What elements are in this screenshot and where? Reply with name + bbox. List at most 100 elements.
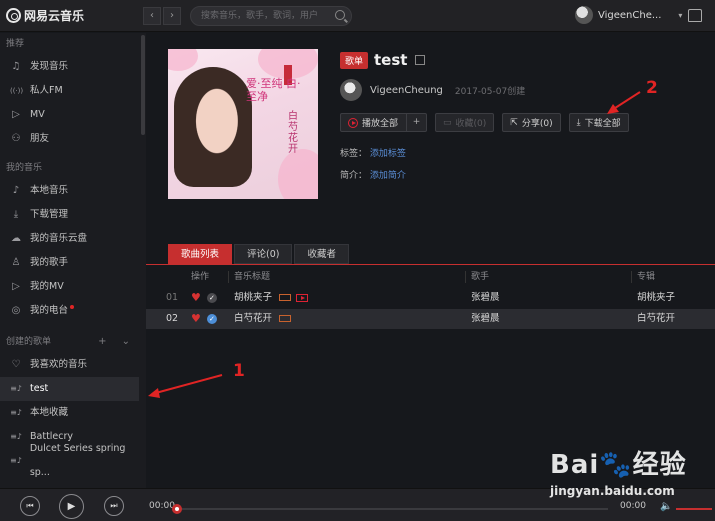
video-icon: ▷: [12, 109, 20, 120]
header-title[interactable]: 音乐标题: [234, 267, 270, 287]
play-circle-icon: [348, 117, 358, 128]
sidebar-item-label: Dulcet Series spring sp...: [29, 443, 126, 478]
tab-comments[interactable]: 评论(0): [234, 244, 293, 264]
username[interactable]: VigeenChe...: [598, 10, 661, 21]
play-all-button[interactable]: 播放全部 +: [340, 113, 428, 132]
sidebar-item-playlist-dulcet[interactable]: ≡♪ Dulcet Series spring sp...: [0, 443, 146, 478]
sidebar-item-playlist-local[interactable]: ≡♪ 本地收藏: [0, 401, 146, 425]
playlist-cover[interactable]: 爱·至纯 白·至净 白芍花开: [168, 49, 318, 199]
playlist-icon: ≡♪: [10, 384, 22, 393]
tags-label: 标签：: [340, 149, 368, 159]
netease-logo-icon: [6, 8, 21, 23]
prev-button[interactable]: ⏮: [20, 496, 40, 516]
skin-icon[interactable]: [688, 9, 702, 22]
sidebar-item-mv[interactable]: ▷ MV: [0, 103, 146, 127]
play-button[interactable]: ▶: [59, 494, 84, 519]
progress-knob[interactable]: [172, 504, 182, 514]
sidebar-item-cloud[interactable]: ☁ 我的音乐云盘: [0, 227, 146, 251]
collect-label: 收藏(0): [455, 119, 487, 129]
heart-outline-icon: ♡: [11, 359, 21, 370]
radio-wave-icon: ((·)): [10, 87, 24, 95]
search-box: [190, 6, 352, 26]
row-number: 01: [166, 292, 179, 303]
action-buttons: 播放全部 + ▭ 收藏(0) ⇱ 分享(0) ⤓ 下载全部: [340, 113, 700, 132]
song-artist[interactable]: 张碧晨: [471, 309, 500, 329]
sidebar-item-liked[interactable]: ♡ 我喜欢的音乐: [0, 353, 146, 377]
add-tags-link[interactable]: 添加标签: [370, 149, 406, 159]
add-to-queue-button[interactable]: +: [406, 114, 426, 131]
intro-row: 简介： 添加简介: [340, 168, 700, 181]
next-button[interactable]: ⏭: [104, 496, 124, 516]
sidebar-item-label: MV: [30, 109, 45, 120]
progress-bar[interactable]: [172, 504, 608, 514]
sidebar-item-fm[interactable]: ((·)) 私人FM: [0, 79, 146, 103]
download-status-icon[interactable]: ✓: [206, 293, 217, 303]
table-row[interactable]: 02 ♥ ✓ 白芍花开 张碧晨 白芍花开: [146, 309, 715, 329]
sidebar-item-downloads[interactable]: ⤓ 下载管理: [0, 203, 146, 227]
section-title-recommend: 推荐: [6, 39, 25, 49]
collect-button[interactable]: ▭ 收藏(0): [435, 113, 495, 132]
cover-song-title: 白芍花开: [288, 111, 298, 155]
tab-subscribers[interactable]: 收藏者: [294, 244, 349, 264]
playlist-icon: ≡♪: [10, 408, 22, 417]
row-ops: ♥ ✓: [191, 288, 217, 308]
sidebar-item-label: 私人FM: [30, 85, 63, 96]
sidebar-item-playlist-test[interactable]: ≡♪ test: [0, 377, 139, 401]
header-artist[interactable]: 歌手: [471, 267, 489, 287]
sidebar-item-artists[interactable]: ♙ 我的歌手: [0, 251, 146, 275]
chevron-down-icon[interactable]: ▾: [678, 11, 682, 20]
search-input[interactable]: [191, 7, 331, 25]
back-button[interactable]: ‹: [143, 7, 161, 25]
share-button[interactable]: ⇱ 分享(0): [502, 113, 561, 132]
new-dot-badge: [70, 305, 75, 309]
song-artist[interactable]: 张碧晨: [471, 288, 500, 308]
video-icon: ▷: [12, 281, 20, 292]
sidebar-item-label: 我的音乐云盘: [30, 233, 88, 244]
volume-bar[interactable]: [676, 508, 712, 510]
tags-row: 标签： 添加标签: [340, 146, 700, 159]
edit-icon[interactable]: [415, 55, 426, 65]
table-header: 操作 音乐标题 歌手 专辑: [146, 267, 715, 287]
avatar[interactable]: [575, 6, 593, 24]
forward-button[interactable]: ›: [163, 7, 181, 25]
sq-quality-icon: [279, 294, 292, 301]
sidebar-item-friends[interactable]: ⚇ 朋友: [0, 127, 146, 151]
add-intro-link[interactable]: 添加简介: [370, 171, 406, 181]
song-title[interactable]: 白芍花开: [234, 313, 272, 324]
row-ops: ♥ ✓: [191, 309, 217, 329]
sidebar-item-local-music[interactable]: ♪ 本地音乐: [0, 179, 146, 203]
song-title[interactable]: 胡桃夹子: [234, 292, 272, 303]
app-logo[interactable]: 网易云音乐: [6, 7, 84, 24]
search-icon[interactable]: [335, 10, 345, 20]
playlist-title: test: [374, 51, 408, 69]
table-row[interactable]: 01 ♥ ✓ 胡桃夹子 张碧晨 胡桃夹子: [146, 288, 715, 308]
user-menu[interactable]: VigeenChe... ▾: [575, 6, 682, 24]
creator-name[interactable]: VigeenCheung: [370, 85, 443, 96]
mv-icon[interactable]: [296, 293, 309, 302]
download-all-button[interactable]: ⤓ 下载全部: [568, 113, 629, 132]
logo-text: 网易云音乐: [24, 9, 85, 23]
created-actions[interactable]: + ⌄: [98, 331, 136, 353]
tab-song-list[interactable]: 歌曲列表: [168, 244, 233, 264]
top-bar: 网易云音乐 ‹ › VigeenChe... ▾: [0, 0, 715, 32]
heart-icon[interactable]: ♥: [191, 309, 201, 329]
history-nav: ‹ ›: [143, 7, 181, 25]
heart-icon[interactable]: ♥: [191, 288, 201, 308]
header-album[interactable]: 专辑: [637, 267, 655, 287]
sidebar-item-my-mv[interactable]: ▷ 我的MV: [0, 275, 146, 299]
sidebar-item-discover[interactable]: ♫ 发现音乐: [0, 55, 146, 79]
sq-quality-icon: [279, 315, 292, 322]
volume-icon[interactable]: 🔈: [660, 501, 672, 512]
tab-underline: [146, 264, 715, 265]
title-row: 歌单 test: [340, 51, 700, 69]
share-label: 分享(0): [521, 119, 553, 129]
song-title-cell: 白芍花开: [234, 309, 292, 329]
creator-avatar[interactable]: [340, 79, 362, 101]
section-title-created: 创建的歌单 + ⌄: [0, 331, 146, 353]
playlist-info: 歌单 test VigeenCheung 2017-05-07创建 播放全部 +…: [340, 51, 700, 181]
song-album[interactable]: 胡桃夹子: [637, 288, 675, 308]
sidebar: 推荐 ♫ 发现音乐 ((·)) 私人FM ▷ MV ⚇ 朋友 我的音乐 ♪ 本地…: [0, 33, 146, 488]
sidebar-item-my-radio[interactable]: ◎ 我的电台: [0, 299, 146, 323]
downloaded-check-icon[interactable]: ✓: [206, 314, 217, 324]
song-album[interactable]: 白芍花开: [637, 309, 675, 329]
